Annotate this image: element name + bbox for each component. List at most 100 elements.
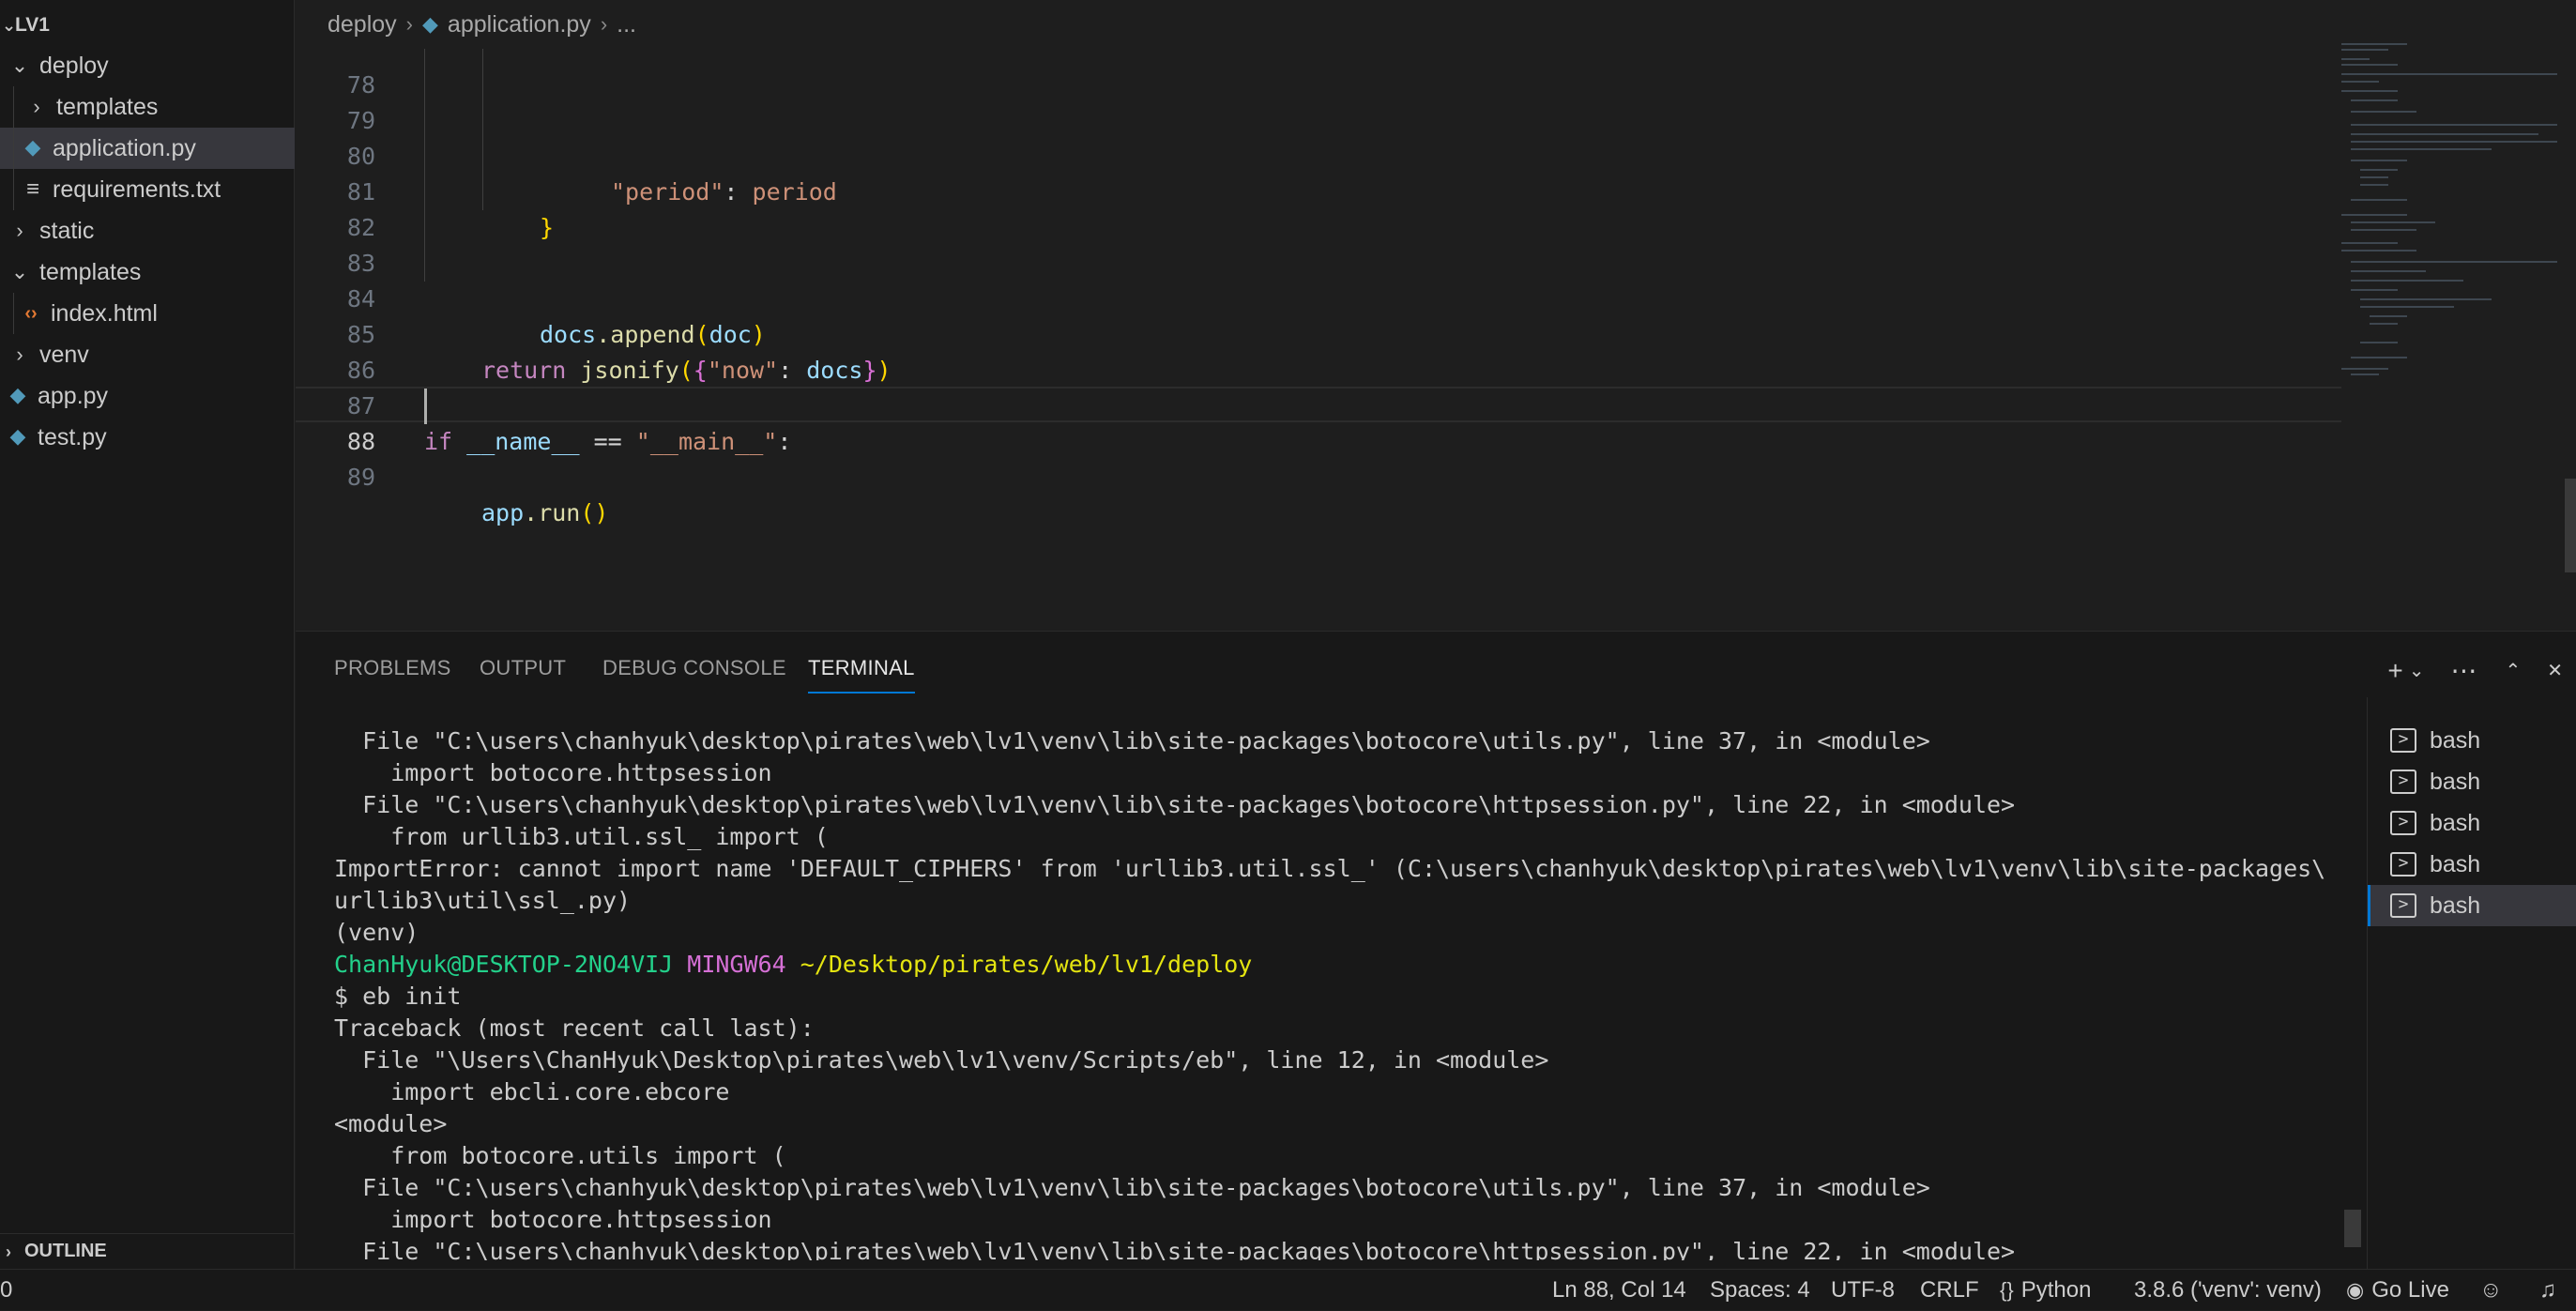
minimap-line: [2351, 99, 2398, 101]
minimap-line: [2341, 250, 2416, 252]
terminal-scrollbar[interactable]: [2344, 1210, 2361, 1247]
terminal-instance-label: bash: [2430, 850, 2481, 877]
terminal-line: import botocore.httpsession: [334, 759, 772, 786]
code-line: 84 return jsonify({"now": docs}): [296, 246, 2341, 384]
status-problems-count[interactable]: 0: [0, 1270, 12, 1311]
minimap-line: [2351, 229, 2416, 231]
chevron-up-icon[interactable]: ⌃: [2505, 652, 2521, 690]
minimap-line: [2341, 368, 2388, 370]
chevron-right-icon: ›: [6, 1242, 11, 1261]
breadcrumb-more[interactable]: ...: [617, 11, 636, 38]
python-file-icon: ◆: [9, 384, 26, 407]
tree-item-templates-root[interactable]: ⌄ templates: [0, 252, 295, 293]
status-language[interactable]: {} Python: [2000, 1270, 2091, 1311]
chevron-down-icon: ⌄: [10, 260, 29, 283]
minimap-line: [2351, 221, 2435, 223]
outline-section-header[interactable]: › OUTLINE: [0, 1233, 295, 1269]
tree-item-deploy[interactable]: ⌄ deploy: [0, 45, 295, 86]
python-file-icon: ◆: [9, 425, 26, 449]
close-icon[interactable]: ✕: [2547, 652, 2563, 690]
code-line: 79 }: [296, 68, 2341, 241]
terminal-line: (venv): [334, 919, 419, 946]
tab-terminal[interactable]: TERMINAL: [808, 656, 915, 694]
terminal-icon: >: [2390, 852, 2416, 877]
status-language-label: Python: [2020, 1277, 2092, 1303]
status-golive[interactable]: ◉ Go Live: [2346, 1270, 2449, 1311]
feedback-icon[interactable]: ☺: [2479, 1270, 2503, 1311]
minimap-line: [2351, 111, 2416, 113]
status-encoding[interactable]: UTF-8: [1831, 1270, 1895, 1311]
chevron-right-icon: ›: [600, 12, 608, 36]
status-cursor-position[interactable]: Ln 88, Col 14: [1552, 1270, 1686, 1311]
code-editor[interactable]: 78 "period": period 79 } 80 81 82 docs.a…: [296, 49, 2576, 631]
code-line: 89: [296, 424, 2341, 491]
terminal-output[interactable]: File "C:\users\chanhyuk\desktop\pirates\…: [334, 725, 2576, 1260]
terminal-instance[interactable]: > bash: [2368, 844, 2576, 885]
code-text: app.run(): [481, 499, 609, 526]
terminal-instance-label: bash: [2430, 809, 2481, 836]
status-eol[interactable]: CRLF: [1920, 1270, 1979, 1311]
minimap-line: [2341, 58, 2370, 60]
tree-item-venv[interactable]: › venv: [0, 334, 295, 375]
minimap-line: [2341, 73, 2557, 75]
plus-icon[interactable]: +: [2387, 652, 2402, 690]
indent-guide: [424, 103, 425, 139]
minimap[interactable]: [2341, 43, 2576, 400]
indent-guide: [482, 68, 483, 103]
terminal-instance-active[interactable]: > bash: [2368, 885, 2576, 926]
tab-output[interactable]: OUTPUT: [480, 656, 566, 694]
tree-item-test-py[interactable]: ◆ test.py: [0, 417, 295, 458]
terminal-icon: >: [2390, 728, 2416, 753]
tree-item-requirements-txt[interactable]: ≡ requirements.txt: [0, 169, 295, 210]
editor-scrollbar[interactable]: [2565, 479, 2576, 572]
panel-tabs: PROBLEMS OUTPUT DEBUG CONSOLE TERMINAL +…: [296, 632, 2576, 707]
status-interpreter[interactable]: 3.8.6 ('venv': venv): [2134, 1270, 2322, 1311]
terminal-line: <module>: [334, 1110, 448, 1137]
indent-guide-active: [424, 389, 427, 424]
prompt-path: ~/Desktop/pirates/web/lv1/deploy: [800, 951, 1253, 978]
minimap-line: [2360, 298, 2492, 300]
indent-guide: [13, 86, 14, 128]
tree-item-label: app.py: [38, 382, 109, 409]
terminal-line: File "C:\users\chanhyuk\desktop\pirates\…: [334, 791, 2016, 818]
minimap-line: [2341, 64, 2398, 66]
terminal-line: import ebcli.core.ebcore: [334, 1078, 730, 1105]
broadcast-icon: ◉: [2346, 1278, 2365, 1302]
terminal-instance[interactable]: > bash: [2368, 761, 2576, 802]
breadcrumb-file[interactable]: application.py: [448, 11, 591, 38]
status-bar: 0 Ln 88, Col 14 Spaces: 4 UTF-8 CRLF {} P…: [0, 1269, 2576, 1310]
minimap-line: [2351, 357, 2407, 358]
tree-item-label: templates: [56, 93, 159, 120]
tree-item-label: index.html: [51, 299, 158, 327]
terminal-instance-label: bash: [2430, 768, 2481, 795]
terminal-instance[interactable]: > bash: [2368, 802, 2576, 844]
status-indentation[interactable]: Spaces: 4: [1710, 1270, 1810, 1311]
terminal-command: $ eb init: [334, 983, 462, 1010]
minimap-line: [2351, 289, 2398, 291]
minimap-line: [2341, 214, 2407, 216]
breadcrumb-folder[interactable]: deploy: [328, 11, 397, 38]
ellipsis-icon[interactable]: ⋯: [2450, 652, 2477, 690]
terminal-instance-label: bash: [2430, 892, 2481, 919]
indent-guide: [482, 175, 483, 210]
chevron-down-icon[interactable]: ⌄: [2409, 652, 2425, 690]
chevron-right-icon: ›: [16, 343, 23, 366]
minimap-line: [2360, 176, 2388, 178]
tree-item-templates[interactable]: › templates: [0, 86, 295, 128]
tree-item-application-py[interactable]: ◆ application.py: [0, 128, 295, 169]
terminal-instance[interactable]: > bash: [2368, 720, 2576, 761]
tree-item-static[interactable]: › static: [0, 210, 295, 252]
tab-debug-console[interactable]: DEBUG CONSOLE: [602, 656, 786, 694]
tree-item-app-py[interactable]: ◆ app.py: [0, 375, 295, 417]
terminal-line: File "C:\users\chanhyuk\desktop\pirates\…: [334, 727, 1930, 755]
tab-problems[interactable]: PROBLEMS: [334, 656, 451, 694]
bell-icon[interactable]: ♫: [2539, 1270, 2556, 1311]
indent-guide: [424, 139, 425, 175]
indent-guide: [13, 293, 14, 334]
tree-item-index-html[interactable]: ‹› index.html: [0, 293, 295, 334]
explorer-root[interactable]: ⌄ LV1: [0, 9, 295, 41]
minimap-line: [2351, 133, 2538, 135]
terminal-line: File "C:\users\chanhyuk\desktop\pirates\…: [334, 1238, 2016, 1260]
indent-guide: [482, 103, 483, 139]
code-line: 86: [296, 317, 2341, 384]
